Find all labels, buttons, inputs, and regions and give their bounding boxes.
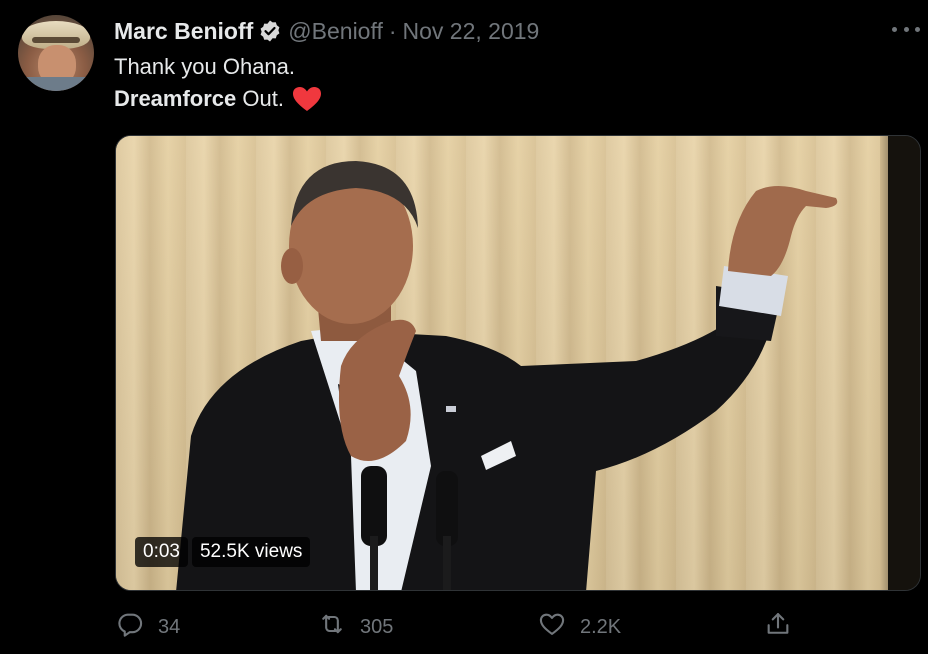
tweet-text-bold: Dreamforce [114, 86, 237, 111]
reply-icon [116, 610, 144, 644]
avatar-shirt [18, 77, 94, 91]
retweet-button[interactable]: 305 [318, 610, 393, 644]
red-heart-emoji [292, 86, 322, 112]
reply-button[interactable]: 34 [116, 610, 180, 644]
verified-badge-icon [258, 19, 282, 43]
more-dot [903, 26, 909, 32]
more-dot [915, 26, 920, 32]
tweet-header: Marc Benioff @Benioff · Nov 22, 2019 [114, 16, 539, 46]
like-icon [538, 610, 566, 644]
author-name[interactable]: Marc Benioff [114, 18, 253, 45]
tweet-text-line2: Dreamforce Out. [114, 86, 322, 112]
reply-count: 34 [158, 615, 181, 638]
retweet-count: 305 [360, 615, 394, 638]
video-player[interactable] [115, 135, 921, 591]
author-handle[interactable]: @Benioff [288, 18, 383, 45]
video-frame-figure [176, 161, 838, 590]
tweet-text-rest: Out. [236, 86, 284, 111]
retweet-icon [318, 610, 346, 644]
author-avatar[interactable] [18, 15, 94, 91]
tweet-date[interactable]: Nov 22, 2019 [403, 18, 540, 45]
tweet-text-line1: Thank you Ohana. [114, 54, 296, 79]
like-count: 2.2K [580, 615, 622, 638]
more-dot [892, 26, 897, 32]
video-views: 52.5K views [191, 537, 311, 567]
video-info-badge: 0:03 52.5K views [135, 537, 311, 567]
tweet-actions: 34 305 2.2K [114, 610, 804, 644]
share-button[interactable] [764, 610, 792, 644]
avatar-hat-band [32, 37, 80, 43]
video-duration: 0:03 [135, 537, 188, 567]
like-button[interactable]: 2.2K [538, 610, 621, 644]
share-icon [764, 610, 792, 644]
date-separator: · [388, 17, 397, 44]
more-options-icon[interactable] [892, 22, 920, 36]
